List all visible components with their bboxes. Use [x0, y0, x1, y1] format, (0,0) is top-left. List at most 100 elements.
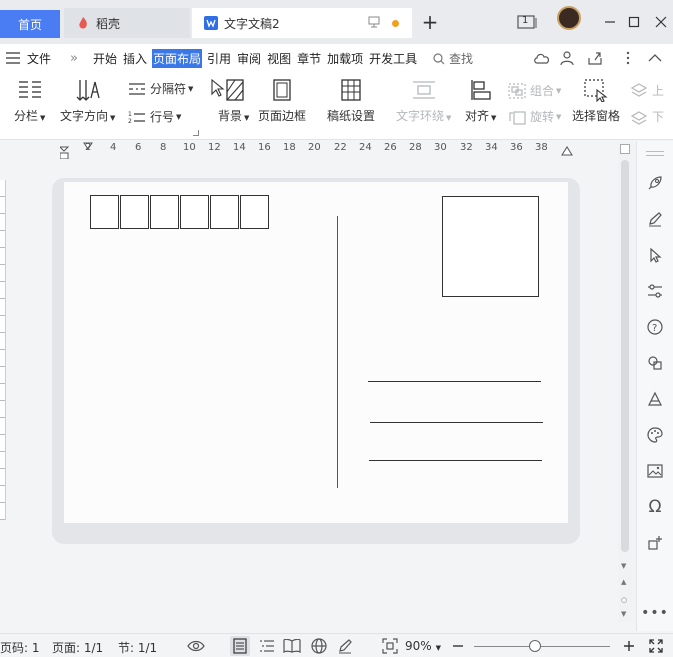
- postcode-box[interactable]: [240, 195, 269, 229]
- menu-page-layout[interactable]: 页面布局: [152, 48, 203, 68]
- search-button[interactable]: 查找: [433, 50, 473, 67]
- zoom-level[interactable]: 90% ▼: [405, 639, 441, 653]
- manuscript-settings-button[interactable]: 稿纸设置: [327, 78, 375, 124]
- more-horizontal-icon[interactable]: •••: [641, 603, 668, 623]
- rocket-icon[interactable]: [645, 173, 665, 193]
- postcode-box[interactable]: [90, 195, 119, 229]
- avatar[interactable]: [557, 6, 581, 30]
- ruler-tick: 6: [135, 142, 142, 153]
- menu-insert[interactable]: 插入: [122, 49, 148, 68]
- add-component-icon[interactable]: [645, 533, 665, 553]
- tab-daoke[interactable]: 稻壳: [64, 8, 190, 38]
- vertical-scrollbar[interactable]: ▼ ▲ ○ ▼: [618, 142, 632, 622]
- menu-bar: 文件 » 开始 插入 页面布局 引用 审阅 视图 章节 加载项 开发工具 查找: [0, 44, 673, 72]
- page-number-status[interactable]: 页码: 1: [0, 639, 40, 656]
- scroll-down-icon[interactable]: ▼: [621, 562, 626, 570]
- divider-line[interactable]: [337, 216, 338, 488]
- group-button[interactable]: 组合 ▼: [508, 82, 561, 99]
- background-button[interactable]: 背景 ▼: [206, 78, 249, 124]
- palette-icon[interactable]: [645, 425, 665, 445]
- adjust-sliders-icon[interactable]: [645, 281, 665, 301]
- close-button[interactable]: [649, 10, 673, 34]
- send-backward-button[interactable]: 下: [630, 108, 664, 125]
- eye-protection-icon[interactable]: [186, 636, 206, 656]
- shapes-icon[interactable]: [645, 353, 665, 373]
- columns-icon: [18, 81, 41, 98]
- style-icon[interactable]: [645, 389, 665, 409]
- more-options-icon[interactable]: [618, 48, 638, 68]
- horizontal-ruler[interactable]: 2 4 6 8 10 12 14 16 18 20 22 24 26 28 30…: [60, 141, 580, 159]
- align-button[interactable]: 对齐 ▼: [465, 78, 496, 124]
- split-view-icon[interactable]: [620, 144, 630, 154]
- monitor-icon[interactable]: [368, 16, 380, 31]
- postcode-box[interactable]: [120, 195, 149, 229]
- postcode-box[interactable]: [210, 195, 239, 229]
- zoom-slider-handle[interactable]: [529, 640, 541, 652]
- write-mode-icon[interactable]: [335, 636, 355, 656]
- hamburger-icon[interactable]: [6, 52, 20, 64]
- share-user-icon[interactable]: [558, 48, 578, 68]
- address-line[interactable]: [368, 381, 541, 382]
- text-wrap-button[interactable]: 文字环绕 ▼: [396, 78, 451, 124]
- group-label: 组合: [530, 84, 555, 98]
- fit-page-icon[interactable]: [380, 636, 400, 656]
- address-line[interactable]: [370, 422, 543, 423]
- scrollbar-thumb[interactable]: [621, 160, 629, 552]
- dialog-launcher-icon[interactable]: [193, 130, 199, 136]
- rotate-button[interactable]: 旋转 ▼: [508, 108, 561, 125]
- page-circle-icon[interactable]: ○: [621, 596, 627, 604]
- separator-button[interactable]: 分隔符 ▼: [128, 80, 193, 97]
- cloud-sync-icon[interactable]: [532, 48, 552, 68]
- line-number-button[interactable]: 12 行号 ▼: [128, 108, 181, 125]
- menu-review[interactable]: 审阅: [236, 49, 262, 68]
- fullscreen-icon[interactable]: [646, 636, 666, 656]
- separator-icon: [129, 82, 145, 95]
- ruler-tick: 16: [258, 142, 271, 153]
- stamp-box[interactable]: [442, 196, 539, 297]
- text-direction-button[interactable]: 文字方向 ▼: [60, 78, 115, 124]
- menu-home[interactable]: 开始: [92, 49, 118, 68]
- page-view-icon[interactable]: [230, 636, 250, 656]
- next-page-icon[interactable]: ▼: [621, 610, 626, 618]
- image-icon[interactable]: [645, 461, 665, 481]
- document-page[interactable]: [64, 182, 568, 523]
- manuscript-settings-label: 稿纸设置: [327, 109, 376, 123]
- vertical-ruler[interactable]: [0, 180, 6, 520]
- menu-file[interactable]: 文件: [26, 49, 52, 68]
- help-icon[interactable]: ?: [645, 317, 665, 337]
- cursor-select-icon[interactable]: [645, 245, 665, 265]
- zoom-slider-track[interactable]: [474, 646, 610, 647]
- new-tab-button[interactable]: +: [420, 12, 440, 32]
- address-line[interactable]: [369, 460, 542, 461]
- menu-references[interactable]: 引用: [206, 49, 232, 68]
- minimize-button[interactable]: [598, 10, 622, 34]
- pen-icon[interactable]: [645, 209, 665, 229]
- outline-view-icon[interactable]: [257, 636, 277, 656]
- menu-chapter[interactable]: 章节: [296, 49, 322, 68]
- omega-symbol-icon[interactable]: Ω: [645, 497, 665, 517]
- reading-mode-icon[interactable]: [282, 636, 302, 656]
- web-layout-icon[interactable]: [309, 636, 329, 656]
- maximize-button[interactable]: [622, 10, 646, 34]
- menu-developer[interactable]: 开发工具: [368, 49, 418, 68]
- page-border-button[interactable]: 页面边框: [258, 78, 306, 124]
- page-status[interactable]: 页面: 1/1: [52, 639, 103, 656]
- ruler-tick: 2: [85, 142, 92, 153]
- zoom-out-button[interactable]: [448, 636, 468, 656]
- section-status[interactable]: 节: 1/1: [118, 639, 157, 656]
- align-label: 对齐: [465, 109, 490, 123]
- menu-addins[interactable]: 加载项: [326, 49, 364, 68]
- bring-forward-button[interactable]: 上: [630, 82, 664, 99]
- zoom-in-button[interactable]: [619, 636, 639, 656]
- columns-button[interactable]: 分栏 ▼: [14, 78, 45, 124]
- prev-page-icon[interactable]: ▲: [621, 578, 626, 586]
- more-chevron-icon[interactable]: »: [70, 51, 78, 66]
- postcode-box[interactable]: [150, 195, 179, 229]
- export-icon[interactable]: [585, 48, 605, 68]
- page-count-badge[interactable]: 1: [516, 10, 540, 34]
- tab-home[interactable]: 首页: [0, 10, 60, 38]
- menu-view[interactable]: 视图: [266, 49, 292, 68]
- postcode-box[interactable]: [180, 195, 209, 229]
- collapse-ribbon-icon[interactable]: [645, 48, 665, 68]
- selection-pane-button[interactable]: 选择窗格: [572, 78, 620, 124]
